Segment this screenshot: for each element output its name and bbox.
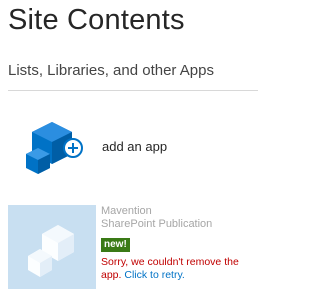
section-title: Lists, Libraries, and other Apps [8, 62, 214, 79]
add-app-icon [26, 122, 83, 174]
app-name[interactable]: Mavention [101, 205, 256, 218]
section-divider [8, 90, 258, 91]
app-tile[interactable] [8, 205, 96, 289]
app-cube-icon [28, 225, 74, 277]
new-badge: new! [101, 238, 130, 252]
add-app-button[interactable]: add an app [22, 118, 242, 178]
app-subtitle: SharePoint Publication [101, 218, 213, 230]
add-app-label[interactable]: add an app [102, 139, 167, 154]
app-info: Mavention SharePoint Publication new! So… [101, 205, 256, 282]
retry-link[interactable]: Click to retry. [124, 269, 184, 281]
page-title: Site Contents [8, 4, 185, 36]
error-message: Sorry, we couldn't remove the app. Click… [101, 256, 256, 282]
